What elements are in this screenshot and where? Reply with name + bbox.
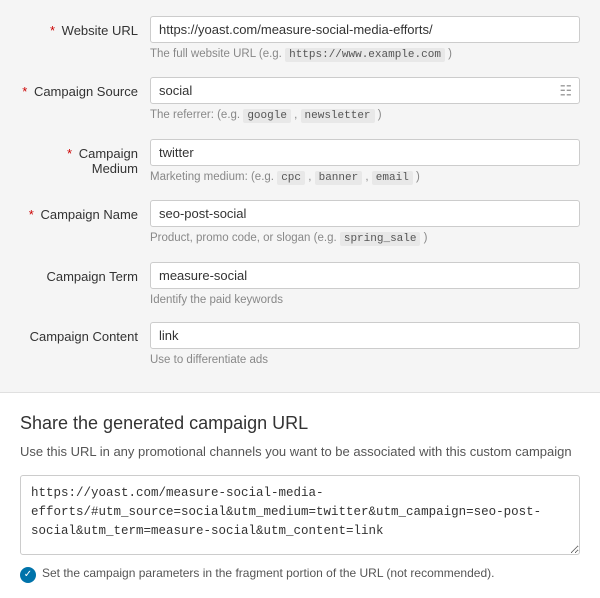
share-description: Use this URL in any promotional channels… bbox=[20, 442, 580, 462]
form-section: * Website URL The full website URL (e.g.… bbox=[0, 0, 600, 392]
required-star-4: * bbox=[29, 207, 34, 222]
campaign-term-row: Campaign Term Identify the paid keywords bbox=[20, 262, 580, 308]
hint-google: google bbox=[243, 109, 291, 123]
hint-email: email bbox=[372, 171, 413, 185]
campaign-content-input[interactable] bbox=[150, 322, 580, 349]
share-section: Share the generated campaign URL Use thi… bbox=[0, 392, 600, 598]
generated-url-output[interactable]: https://yoast.com/measure-social-media-e… bbox=[20, 475, 580, 555]
website-url-row: * Website URL The full website URL (e.g.… bbox=[20, 16, 580, 63]
campaign-name-row: * Campaign Name Product, promo code, or … bbox=[20, 200, 580, 247]
website-url-input[interactable] bbox=[150, 16, 580, 43]
required-star-3: * bbox=[67, 146, 72, 161]
grid-icon[interactable]: ☷ bbox=[559, 82, 572, 99]
campaign-name-hint: Product, promo code, or slogan (e.g. spr… bbox=[150, 230, 580, 247]
campaign-source-row: * Campaign Source ☷ The referrer: (e.g. … bbox=[20, 77, 580, 124]
hint-banner: banner bbox=[315, 171, 363, 185]
required-star: * bbox=[50, 23, 55, 38]
campaign-source-label: * Campaign Source bbox=[20, 77, 150, 99]
website-url-input-col: The full website URL (e.g. https://www.e… bbox=[150, 16, 580, 63]
campaign-name-label: * Campaign Name bbox=[20, 200, 150, 222]
hint-spring-sale: spring_sale bbox=[340, 232, 421, 246]
campaign-source-hint: The referrer: (e.g. google , newsletter … bbox=[150, 107, 580, 124]
checked-icon: ✓ bbox=[20, 567, 36, 583]
hint-newsletter: newsletter bbox=[301, 109, 375, 123]
campaign-term-input[interactable] bbox=[150, 262, 580, 289]
campaign-medium-row: * Campaign Medium Marketing medium: (e.g… bbox=[20, 139, 580, 186]
campaign-term-hint: Identify the paid keywords bbox=[150, 292, 580, 308]
campaign-content-label: Campaign Content bbox=[20, 322, 150, 344]
campaign-name-input-col: Product, promo code, or slogan (e.g. spr… bbox=[150, 200, 580, 247]
campaign-medium-hint: Marketing medium: (e.g. cpc , banner , e… bbox=[150, 169, 580, 186]
campaign-term-label: Campaign Term bbox=[20, 262, 150, 284]
campaign-content-row: Campaign Content Use to differentiate ad… bbox=[20, 322, 580, 368]
website-url-hint: The full website URL (e.g. https://www.e… bbox=[150, 46, 580, 63]
campaign-medium-label: * Campaign Medium bbox=[20, 139, 150, 176]
website-url-label: * Website URL bbox=[20, 16, 150, 38]
campaign-content-hint: Use to differentiate ads bbox=[150, 352, 580, 368]
campaign-medium-input-col: Marketing medium: (e.g. cpc , banner , e… bbox=[150, 139, 580, 186]
campaign-source-input-wrapper: ☷ bbox=[150, 77, 580, 104]
share-title: Share the generated campaign URL bbox=[20, 413, 580, 434]
fragment-row: ✓ Set the campaign parameters in the fra… bbox=[20, 566, 580, 583]
campaign-source-input[interactable] bbox=[150, 77, 580, 104]
hint-code: https://www.example.com bbox=[285, 48, 445, 62]
fragment-label: Set the campaign parameters in the fragm… bbox=[42, 566, 494, 580]
campaign-source-input-col: ☷ The referrer: (e.g. google , newslette… bbox=[150, 77, 580, 124]
campaign-medium-input[interactable] bbox=[150, 139, 580, 166]
campaign-content-input-col: Use to differentiate ads bbox=[150, 322, 580, 368]
campaign-term-input-col: Identify the paid keywords bbox=[150, 262, 580, 308]
required-star-2: * bbox=[22, 84, 27, 99]
hint-cpc: cpc bbox=[277, 171, 305, 185]
campaign-name-input[interactable] bbox=[150, 200, 580, 227]
